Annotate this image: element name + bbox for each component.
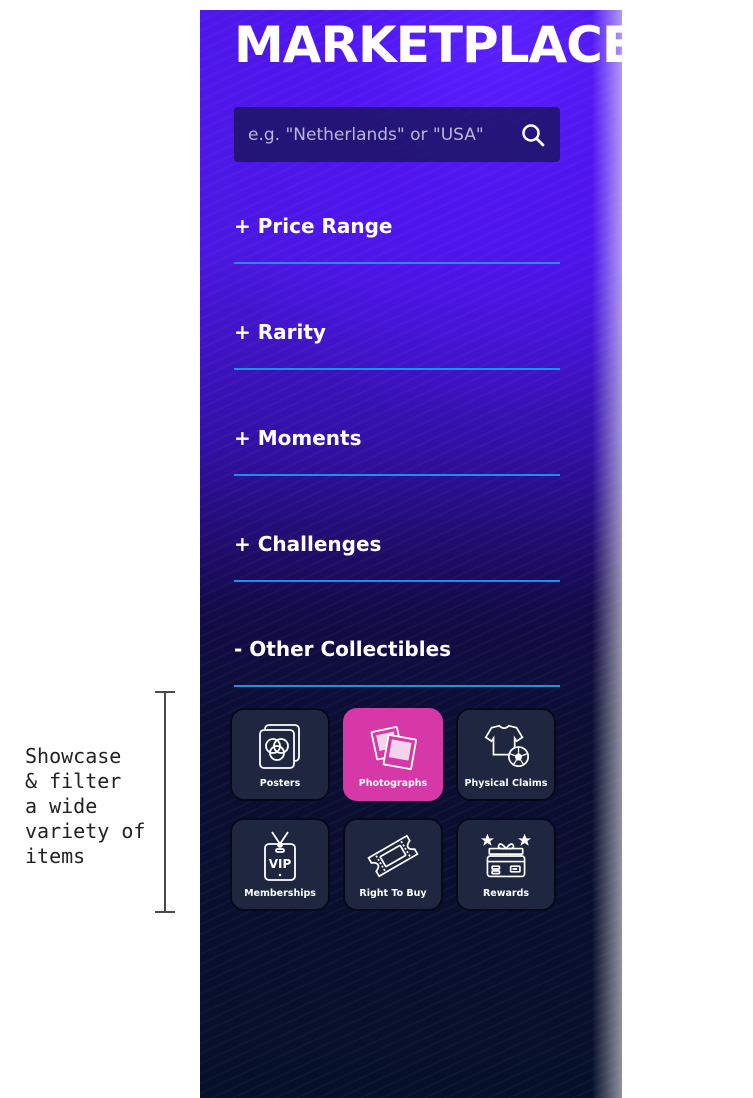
collectible-tile-right-to-buy[interactable]: Right To Buy <box>343 818 443 911</box>
search-box <box>234 107 560 162</box>
collectible-tile-posters[interactable]: Posters <box>230 708 330 801</box>
page-title: MARKETPLACE <box>234 16 622 74</box>
vip-pass-icon: VIP <box>254 830 306 882</box>
svg-text:VIP: VIP <box>269 857 292 871</box>
filter-label[interactable]: + Price Range <box>234 214 560 262</box>
filter-challenges[interactable]: + Challenges <box>234 532 560 582</box>
filter-label[interactable]: + Challenges <box>234 532 560 580</box>
annotation-line: a wide <box>25 794 98 818</box>
collectible-tile-memberships[interactable]: VIP Memberships <box>230 818 330 911</box>
marketplace-panel: MARKETPLACE + Price Range + Rarity + Mom… <box>200 10 622 1098</box>
gift-card-icon <box>480 830 532 882</box>
collectible-label: Right To Buy <box>359 888 427 899</box>
collectible-label: Photographs <box>358 778 428 789</box>
annotation-line: items <box>25 844 86 868</box>
physical-claims-icon <box>480 720 532 772</box>
search-input[interactable] <box>248 124 520 145</box>
filter-label[interactable]: + Moments <box>234 426 560 474</box>
collectibles-grid: Posters Photographs Physical Claims VIP … <box>230 708 560 911</box>
collectible-label: Posters <box>259 778 301 789</box>
annotation-line: Showcase <box>25 744 122 768</box>
posters-icon <box>254 720 306 772</box>
annotation-text: Showcase & filter a wide variety of item… <box>25 744 165 869</box>
search-icon[interactable] <box>520 122 546 148</box>
collectible-tile-photographs[interactable]: Photographs <box>343 708 443 801</box>
filter-rarity[interactable]: + Rarity <box>234 320 560 370</box>
annotation-bracket <box>155 691 175 913</box>
filter-price-range[interactable]: + Price Range <box>234 214 560 264</box>
collectible-tile-rewards[interactable]: Rewards <box>456 818 556 911</box>
collectible-label: Rewards <box>482 888 530 899</box>
collectible-tile-physical-claims[interactable]: Physical Claims <box>456 708 556 801</box>
collectible-label: Memberships <box>244 888 316 899</box>
filter-other-collectibles[interactable]: - Other Collectibles <box>234 637 560 687</box>
photographs-icon <box>367 720 419 772</box>
annotation-line: & filter <box>25 769 122 793</box>
filter-label[interactable]: - Other Collectibles <box>234 637 560 685</box>
ticket-icon <box>367 830 419 882</box>
filter-moments[interactable]: + Moments <box>234 426 560 476</box>
panel-edge-fade <box>592 10 622 1098</box>
filter-label[interactable]: + Rarity <box>234 320 560 368</box>
collectible-label: Physical Claims <box>464 778 548 789</box>
annotation-line: variety of <box>25 819 146 843</box>
